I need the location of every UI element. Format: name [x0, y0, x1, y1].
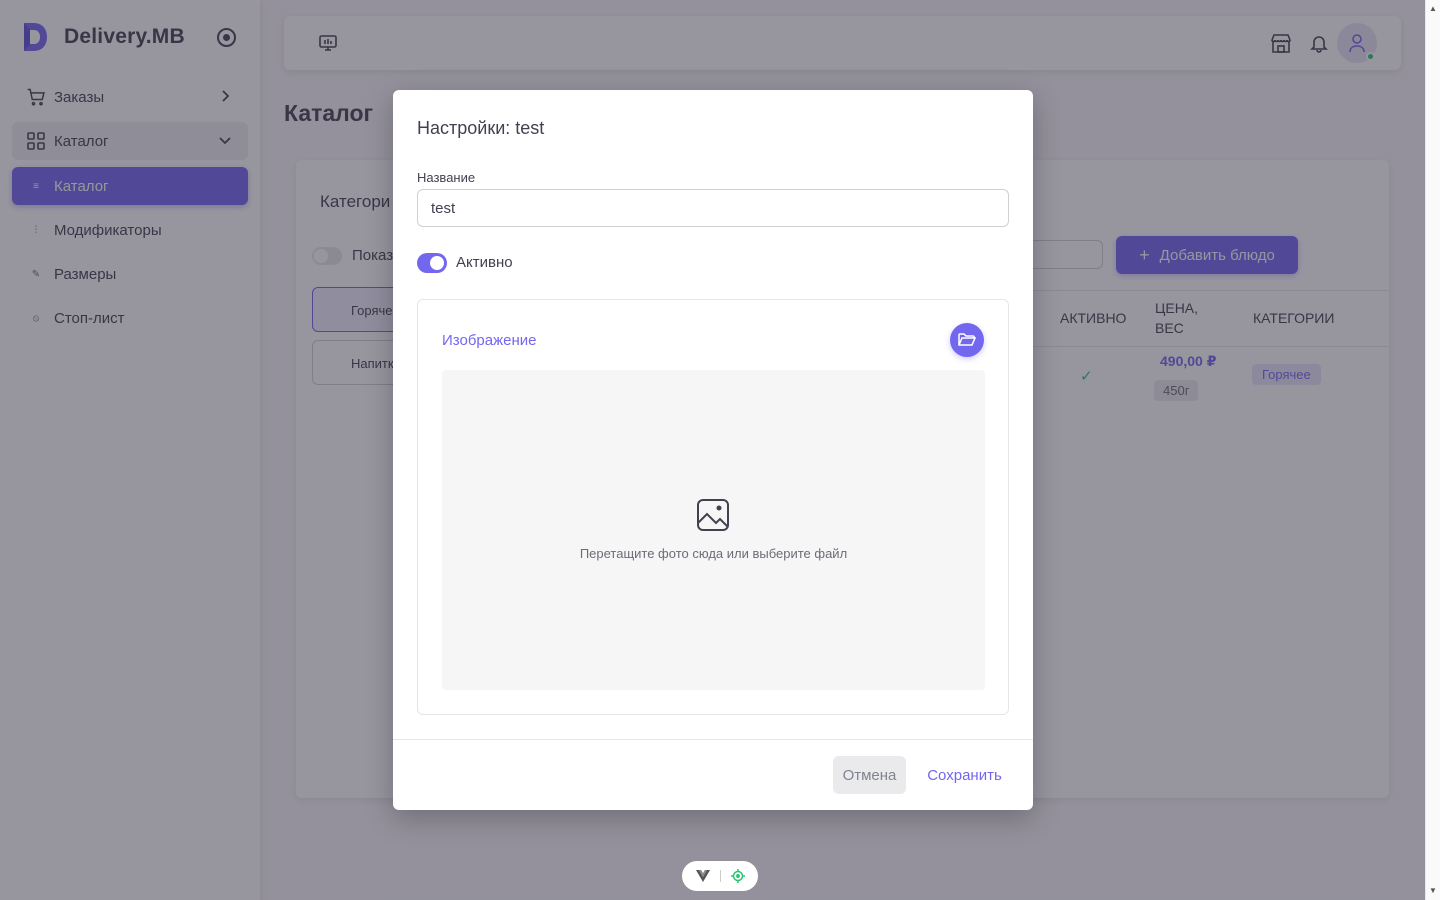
modal-title: Настройки: test — [417, 118, 545, 138]
divider — [719, 870, 721, 882]
vue-icon — [695, 870, 710, 882]
scrollbar[interactable]: ▲ ▼ — [1425, 0, 1440, 900]
name-input[interactable] — [417, 189, 1009, 227]
settings-modal: Настройки: test Название Активно Изображ… — [393, 90, 1033, 810]
image-card: Изображение Перетащите фото сюда или выб… — [417, 299, 1009, 715]
active-label: Активно — [456, 254, 513, 271]
image-dropzone[interactable]: Перетащите фото сюда или выберите файл — [442, 370, 985, 690]
dropzone-text: Перетащите фото сюда или выберите файл — [579, 546, 848, 561]
image-icon — [697, 499, 729, 531]
name-label: Название — [417, 170, 476, 185]
target-icon — [730, 869, 745, 883]
image-title: Изображение — [442, 332, 537, 349]
folder-open-icon — [958, 333, 976, 346]
folder-open-button[interactable] — [950, 323, 984, 357]
devtools-pill[interactable] — [682, 861, 758, 891]
modal-footer-divider — [393, 739, 1033, 740]
scroll-up-icon[interactable]: ▲ — [1429, 4, 1437, 13]
save-button[interactable]: Сохранить — [918, 756, 1011, 794]
active-toggle[interactable] — [417, 253, 447, 273]
scroll-down-icon[interactable]: ▼ — [1429, 886, 1437, 895]
cancel-button[interactable]: Отмена — [833, 756, 906, 794]
